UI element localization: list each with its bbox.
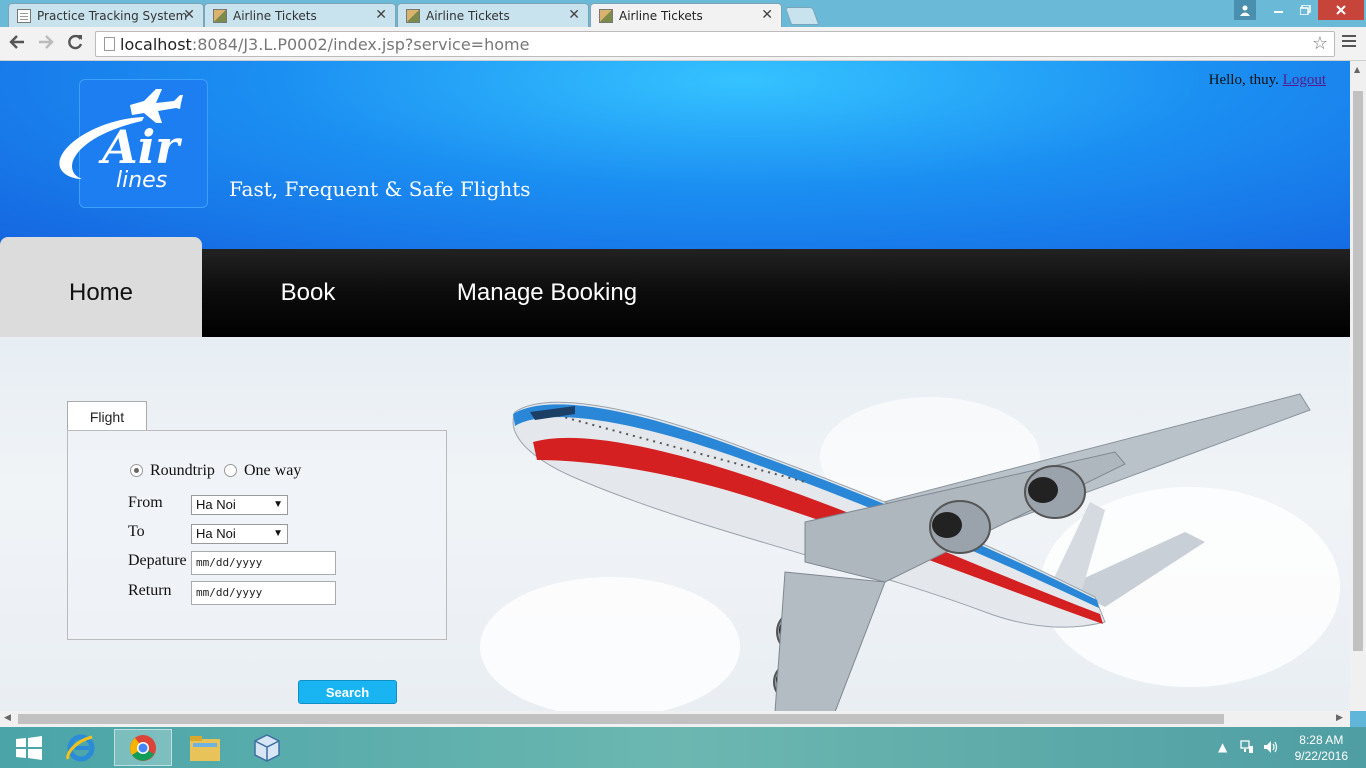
window-close-icon[interactable] [1318, 0, 1364, 20]
tab-title: Practice Tracking System [37, 8, 188, 23]
clock-time: 8:28 AM [1299, 733, 1344, 747]
browser-menu-icon[interactable] [1342, 35, 1356, 37]
show-hidden-icons-icon[interactable]: ▲ [1218, 740, 1227, 754]
main-navigation: Home Book Manage Booking [0, 237, 1350, 337]
document-icon [17, 8, 31, 23]
clock-date: 9/22/2016 [1294, 749, 1348, 763]
from-label: From [128, 494, 163, 511]
one-way-label: One way [244, 462, 302, 479]
tab-title: Airline Tickets [233, 8, 317, 23]
browser-tabstrip: Practice Tracking System ✕ Airline Ticke… [0, 0, 1366, 27]
horizontal-scrollbar[interactable]: ◀ ▶ [0, 711, 1350, 727]
windows-taskbar: ▲ 8:28 AM 9/22/2016 [0, 727, 1366, 768]
browser-tab-practice-tracking[interactable]: Practice Tracking System ✕ [8, 3, 204, 27]
internet-explorer-icon[interactable] [52, 729, 110, 766]
scroll-left-icon[interactable]: ◀ [4, 713, 11, 723]
chevron-down-icon: ▼ [273, 499, 283, 510]
browser-tab-airline-2[interactable]: Airline Tickets ✕ [397, 3, 589, 27]
close-icon[interactable]: ✕ [568, 7, 580, 23]
to-label: To [128, 523, 145, 540]
airlines-logo[interactable]: Air lines [52, 83, 192, 203]
to-select[interactable]: Ha Noi ▼ [191, 524, 288, 544]
chrome-icon[interactable] [114, 729, 172, 766]
virtualbox-icon[interactable] [238, 729, 296, 766]
browser-tab-airline-1[interactable]: Airline Tickets ✕ [204, 3, 396, 27]
browser-tab-airline-active[interactable]: Airline Tickets ✕ [590, 3, 782, 27]
vertical-scrollbar[interactable]: ▲ [1350, 61, 1366, 711]
logo-text: Air [98, 120, 183, 174]
nav-manage-booking[interactable]: Manage Booking [440, 249, 654, 337]
chevron-down-icon: ▼ [273, 528, 283, 539]
nav-home[interactable]: Home [0, 237, 202, 337]
tab-flight[interactable]: Flight [67, 401, 147, 431]
user-greeting: Hello, thuy. Logout [1209, 72, 1326, 89]
one-way-radio[interactable] [224, 464, 237, 477]
site-header: Air lines Fast, Frequent & Safe Flights … [0, 61, 1350, 249]
from-select[interactable]: Ha Noi ▼ [191, 495, 288, 515]
minimize-icon[interactable] [1266, 0, 1292, 20]
roundtrip-label: Roundtrip [150, 462, 215, 479]
address-path: :8084/J3.L.P0002/index.jsp?service=home [191, 34, 530, 54]
vertical-scroll-thumb[interactable] [1353, 91, 1363, 651]
file-explorer-icon[interactable] [176, 729, 234, 766]
volume-icon[interactable] [1263, 740, 1279, 757]
airplane-image [512, 393, 1311, 711]
return-label: Return [128, 582, 172, 599]
windows-start-icon[interactable] [0, 729, 58, 766]
forward-arrow-icon[interactable] [37, 33, 55, 56]
search-button[interactable]: Search [298, 680, 397, 704]
return-date-input[interactable]: mm/dd/yyyy [191, 581, 336, 605]
reload-icon[interactable] [66, 33, 84, 56]
address-bar[interactable]: localhost:8084/J3.L.P0002/index.jsp?serv… [95, 31, 1335, 57]
browser-toolbar: localhost:8084/J3.L.P0002/index.jsp?serv… [0, 27, 1366, 61]
page-icon [104, 37, 115, 51]
address-host: localhost [120, 34, 192, 54]
user-profile-icon[interactable] [1234, 0, 1256, 20]
scroll-right-icon[interactable]: ▶ [1336, 713, 1343, 723]
close-icon[interactable]: ✕ [375, 7, 387, 23]
hero-section: Flight Roundtrip One way From Ha Noi ▼ T… [0, 337, 1350, 711]
image-icon [406, 8, 420, 23]
image-icon [599, 8, 613, 23]
system-clock[interactable]: 8:28 AM 9/22/2016 [1295, 732, 1348, 764]
flight-search-panel: Roundtrip One way From Ha Noi ▼ To Ha No… [67, 430, 447, 640]
departure-date-input[interactable]: mm/dd/yyyy [191, 551, 336, 575]
tab-title: Airline Tickets [619, 8, 703, 23]
tab-title: Airline Tickets [426, 8, 510, 23]
departure-label: Depature [128, 552, 187, 569]
from-value: Ha Noi [196, 497, 236, 512]
image-icon [213, 8, 227, 23]
greeting-text: Hello, thuy. [1208, 72, 1279, 88]
nav-book[interactable]: Book [230, 249, 386, 337]
restore-icon[interactable] [1292, 0, 1318, 20]
logout-link[interactable]: Logout [1283, 72, 1326, 88]
bookmark-star-icon[interactable]: ☆ [1312, 33, 1328, 54]
svg-text:lines: lines [116, 168, 167, 193]
page-viewport: Air lines Fast, Frequent & Safe Flights … [0, 61, 1350, 711]
horizontal-scroll-thumb[interactable] [18, 714, 1224, 724]
close-icon[interactable]: ✕ [761, 7, 773, 23]
network-icon[interactable] [1240, 740, 1254, 757]
scroll-up-icon[interactable]: ▲ [1354, 65, 1360, 74]
tagline: Fast, Frequent & Safe Flights [229, 177, 531, 201]
roundtrip-radio[interactable] [130, 464, 143, 477]
back-arrow-icon[interactable] [8, 33, 26, 56]
new-tab-button[interactable] [784, 7, 820, 25]
to-value: Ha Noi [196, 526, 236, 541]
close-icon[interactable]: ✕ [183, 7, 195, 23]
